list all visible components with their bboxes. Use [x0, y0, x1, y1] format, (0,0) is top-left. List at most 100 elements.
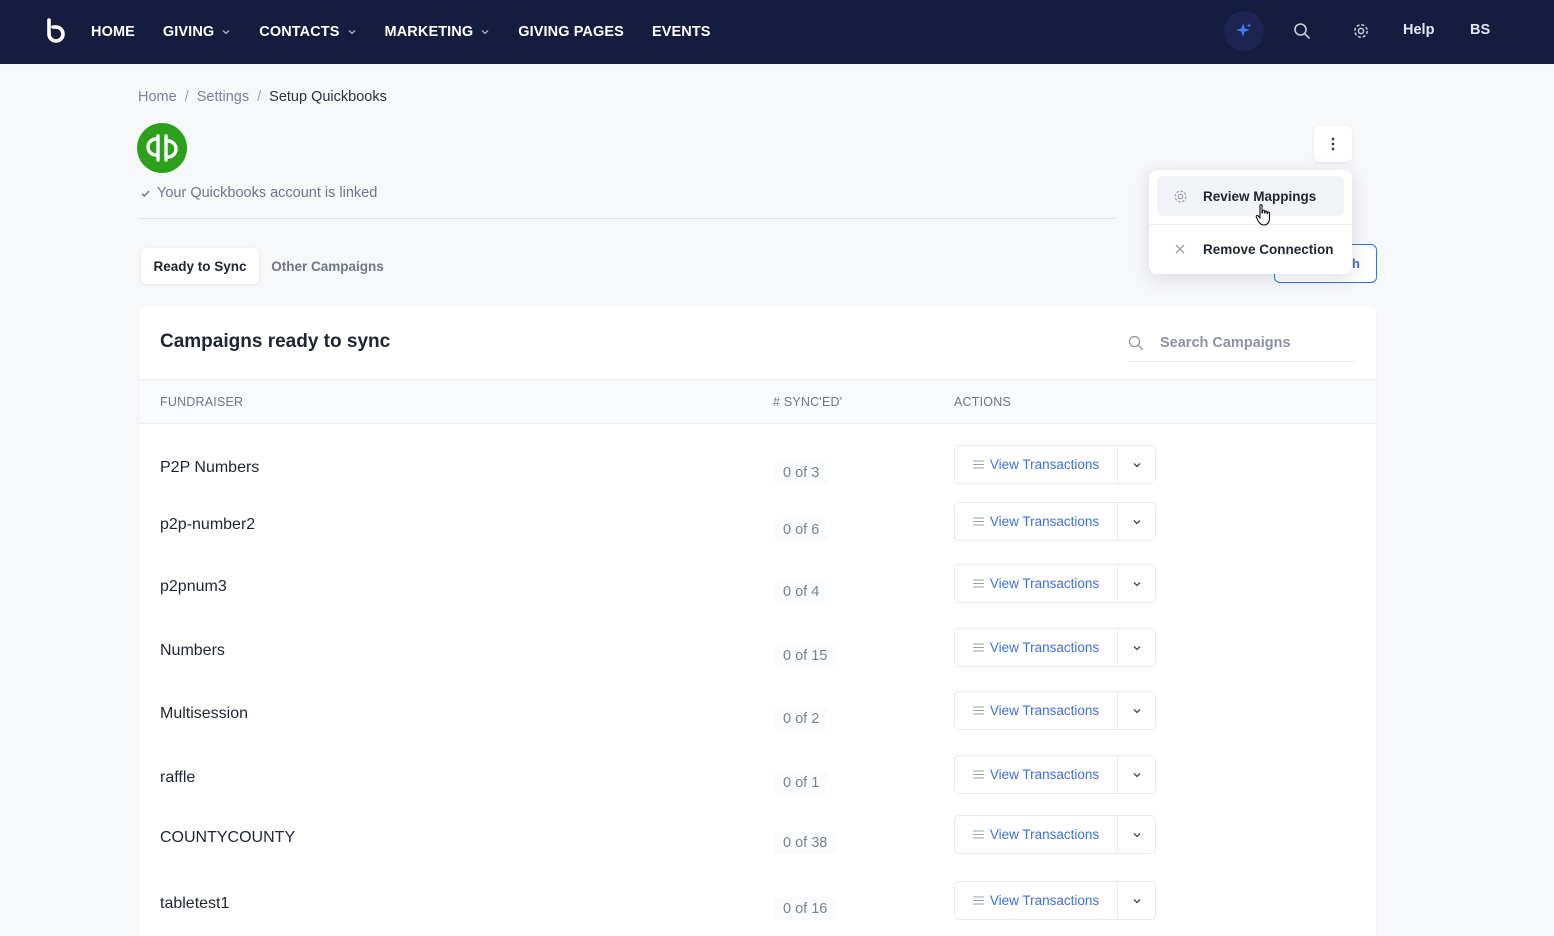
fundraiser-name[interactable]: p2p-number2: [160, 516, 255, 534]
nav-giving[interactable]: GIVING: [163, 24, 231, 40]
view-transactions-label: View Transactions: [989, 514, 1100, 529]
tab-other-campaigns[interactable]: Other Campaigns: [262, 248, 393, 284]
list-icon: [972, 830, 984, 839]
gear-icon: [1172, 188, 1188, 204]
nav-giving-pages[interactable]: GIVING PAGES: [518, 24, 624, 40]
list-icon: [972, 770, 984, 779]
list-icon: [972, 643, 984, 652]
nav-giving-label: GIVING: [162, 24, 215, 40]
view-transactions-label: View Transactions: [989, 640, 1100, 655]
fundraiser-name[interactable]: raffle: [160, 769, 195, 787]
search-campaigns-input[interactable]: [1160, 334, 1340, 351]
fundraiser-name[interactable]: p2pnum3: [160, 578, 227, 596]
view-transactions-label: View Transactions: [989, 703, 1100, 718]
breadcrumb-settings[interactable]: Settings: [197, 89, 249, 105]
view-transactions-label: View Transactions: [989, 893, 1100, 908]
row-actions: View Transactions: [954, 502, 1156, 541]
view-transactions-button[interactable]: View Transactions: [955, 503, 1118, 540]
view-transactions-label: View Transactions: [989, 767, 1100, 782]
synced-count: 0 of 2: [774, 708, 829, 730]
nav-events[interactable]: EVENTS: [652, 24, 711, 40]
breadcrumb-separator: /: [257, 89, 262, 105]
fundraiser-name[interactable]: P2P Numbers: [160, 459, 259, 477]
column-header-synced[interactable]: # SYNC'ED': [773, 395, 842, 409]
view-transactions-button[interactable]: View Transactions: [955, 629, 1118, 666]
row-actions-dropdown-button[interactable]: [1118, 565, 1155, 602]
view-transactions-button[interactable]: View Transactions: [955, 446, 1118, 483]
hand-cursor-icon: [1255, 204, 1271, 226]
nav-settings-button[interactable]: [1351, 21, 1371, 41]
breadcrumb: Home / Settings / Setup Quickbooks: [138, 89, 387, 105]
view-transactions-label: View Transactions: [989, 457, 1100, 472]
breadcrumb-home[interactable]: Home: [138, 89, 177, 105]
column-header-actions: ACTIONS: [954, 395, 1011, 409]
nav-help-link[interactable]: Help: [1403, 22, 1434, 38]
row-actions-dropdown-button[interactable]: [1118, 629, 1155, 666]
synced-count: 0 of 3: [774, 462, 829, 484]
table-row: COUNTYCOUNTY 0 of 38 View Transactions: [139, 804, 1376, 867]
view-transactions-button[interactable]: View Transactions: [955, 692, 1118, 729]
fundraiser-name[interactable]: Multisession: [160, 705, 248, 723]
table-row: p2pnum3 0 of 4 View Transactions: [139, 552, 1376, 615]
column-header-fundraiser[interactable]: FUNDRAISER: [160, 395, 243, 409]
view-transactions-button[interactable]: View Transactions: [955, 882, 1118, 919]
search-icon: [1128, 335, 1144, 350]
menu-review-mappings[interactable]: Review Mappings: [1157, 176, 1344, 216]
synced-count: 0 of 38: [774, 832, 837, 854]
menu-remove-connection-label: Remove Connection: [1203, 241, 1334, 257]
table-row: P2P Numbers 0 of 3 View Transactions: [139, 426, 1376, 489]
nav-marketing[interactable]: MARKETING: [385, 24, 491, 40]
menu-review-mappings-label: Review Mappings: [1203, 188, 1317, 204]
synced-count: 0 of 16: [774, 898, 837, 920]
tab-ready-to-sync[interactable]: Ready to Sync: [141, 248, 259, 284]
fundraiser-name[interactable]: Numbers: [160, 642, 225, 660]
app-logo[interactable]: [44, 18, 68, 44]
list-icon: [972, 517, 984, 526]
nav-contacts[interactable]: CONTACTS: [259, 24, 356, 40]
table-header: FUNDRAISER # SYNC'ED' ACTIONS: [139, 380, 1376, 424]
view-transactions-label: View Transactions: [989, 827, 1100, 842]
table-row: Numbers 0 of 15 View Transactions: [139, 615, 1376, 678]
list-icon: [972, 579, 984, 588]
fundraiser-name[interactable]: tabletest1: [160, 895, 229, 913]
row-actions-dropdown-button[interactable]: [1118, 756, 1155, 793]
search-icon: [1294, 23, 1310, 39]
options-dropdown-menu: Review Mappings Remove Connection: [1149, 170, 1352, 274]
menu-divider: [1149, 224, 1352, 225]
chevron-down-icon: [1133, 708, 1140, 713]
row-actions-dropdown-button[interactable]: [1118, 882, 1155, 919]
row-actions-dropdown-button[interactable]: [1118, 816, 1155, 853]
top-navbar: HOME GIVING CONTACTS MARKETING GIVING PA…: [0, 0, 1554, 64]
row-actions: View Transactions: [954, 445, 1156, 484]
view-transactions-label: View Transactions: [989, 576, 1100, 591]
section-divider: [138, 218, 1116, 219]
nav-marketing-label: MARKETING: [384, 24, 474, 40]
view-transactions-button[interactable]: View Transactions: [955, 565, 1118, 602]
more-options-button[interactable]: [1314, 126, 1352, 162]
chevron-down-icon: [1133, 832, 1140, 837]
nav-search-button[interactable]: [1292, 21, 1312, 41]
close-icon: [1172, 241, 1188, 257]
nav-giving-pages-label: GIVING PAGES: [518, 24, 624, 40]
user-avatar[interactable]: BS: [1470, 22, 1490, 38]
chevron-down-icon: [348, 30, 356, 35]
fundraiser-name[interactable]: COUNTYCOUNTY: [160, 829, 295, 847]
breadcrumb-current: Setup Quickbooks: [269, 89, 387, 105]
check-icon: [141, 190, 150, 197]
menu-remove-connection[interactable]: Remove Connection: [1157, 229, 1344, 269]
row-actions-dropdown-button[interactable]: [1118, 503, 1155, 540]
row-actions: View Transactions: [954, 815, 1156, 854]
nav-home[interactable]: HOME: [91, 24, 135, 40]
row-actions-dropdown-button[interactable]: [1118, 446, 1155, 483]
ai-assistant-button[interactable]: [1224, 11, 1264, 51]
view-transactions-button[interactable]: View Transactions: [955, 816, 1118, 853]
chevron-down-icon: [1133, 645, 1140, 650]
breadcrumb-separator: /: [184, 89, 189, 105]
row-actions-dropdown-button[interactable]: [1118, 692, 1155, 729]
row-actions: View Transactions: [954, 691, 1156, 730]
ai-sparkle-icon: [1236, 23, 1252, 37]
search-box: [1127, 324, 1357, 362]
table-row: p2p-number2 0 of 6 View Transactions: [139, 489, 1376, 552]
chevron-down-icon: [1133, 519, 1140, 524]
view-transactions-button[interactable]: View Transactions: [955, 756, 1118, 793]
